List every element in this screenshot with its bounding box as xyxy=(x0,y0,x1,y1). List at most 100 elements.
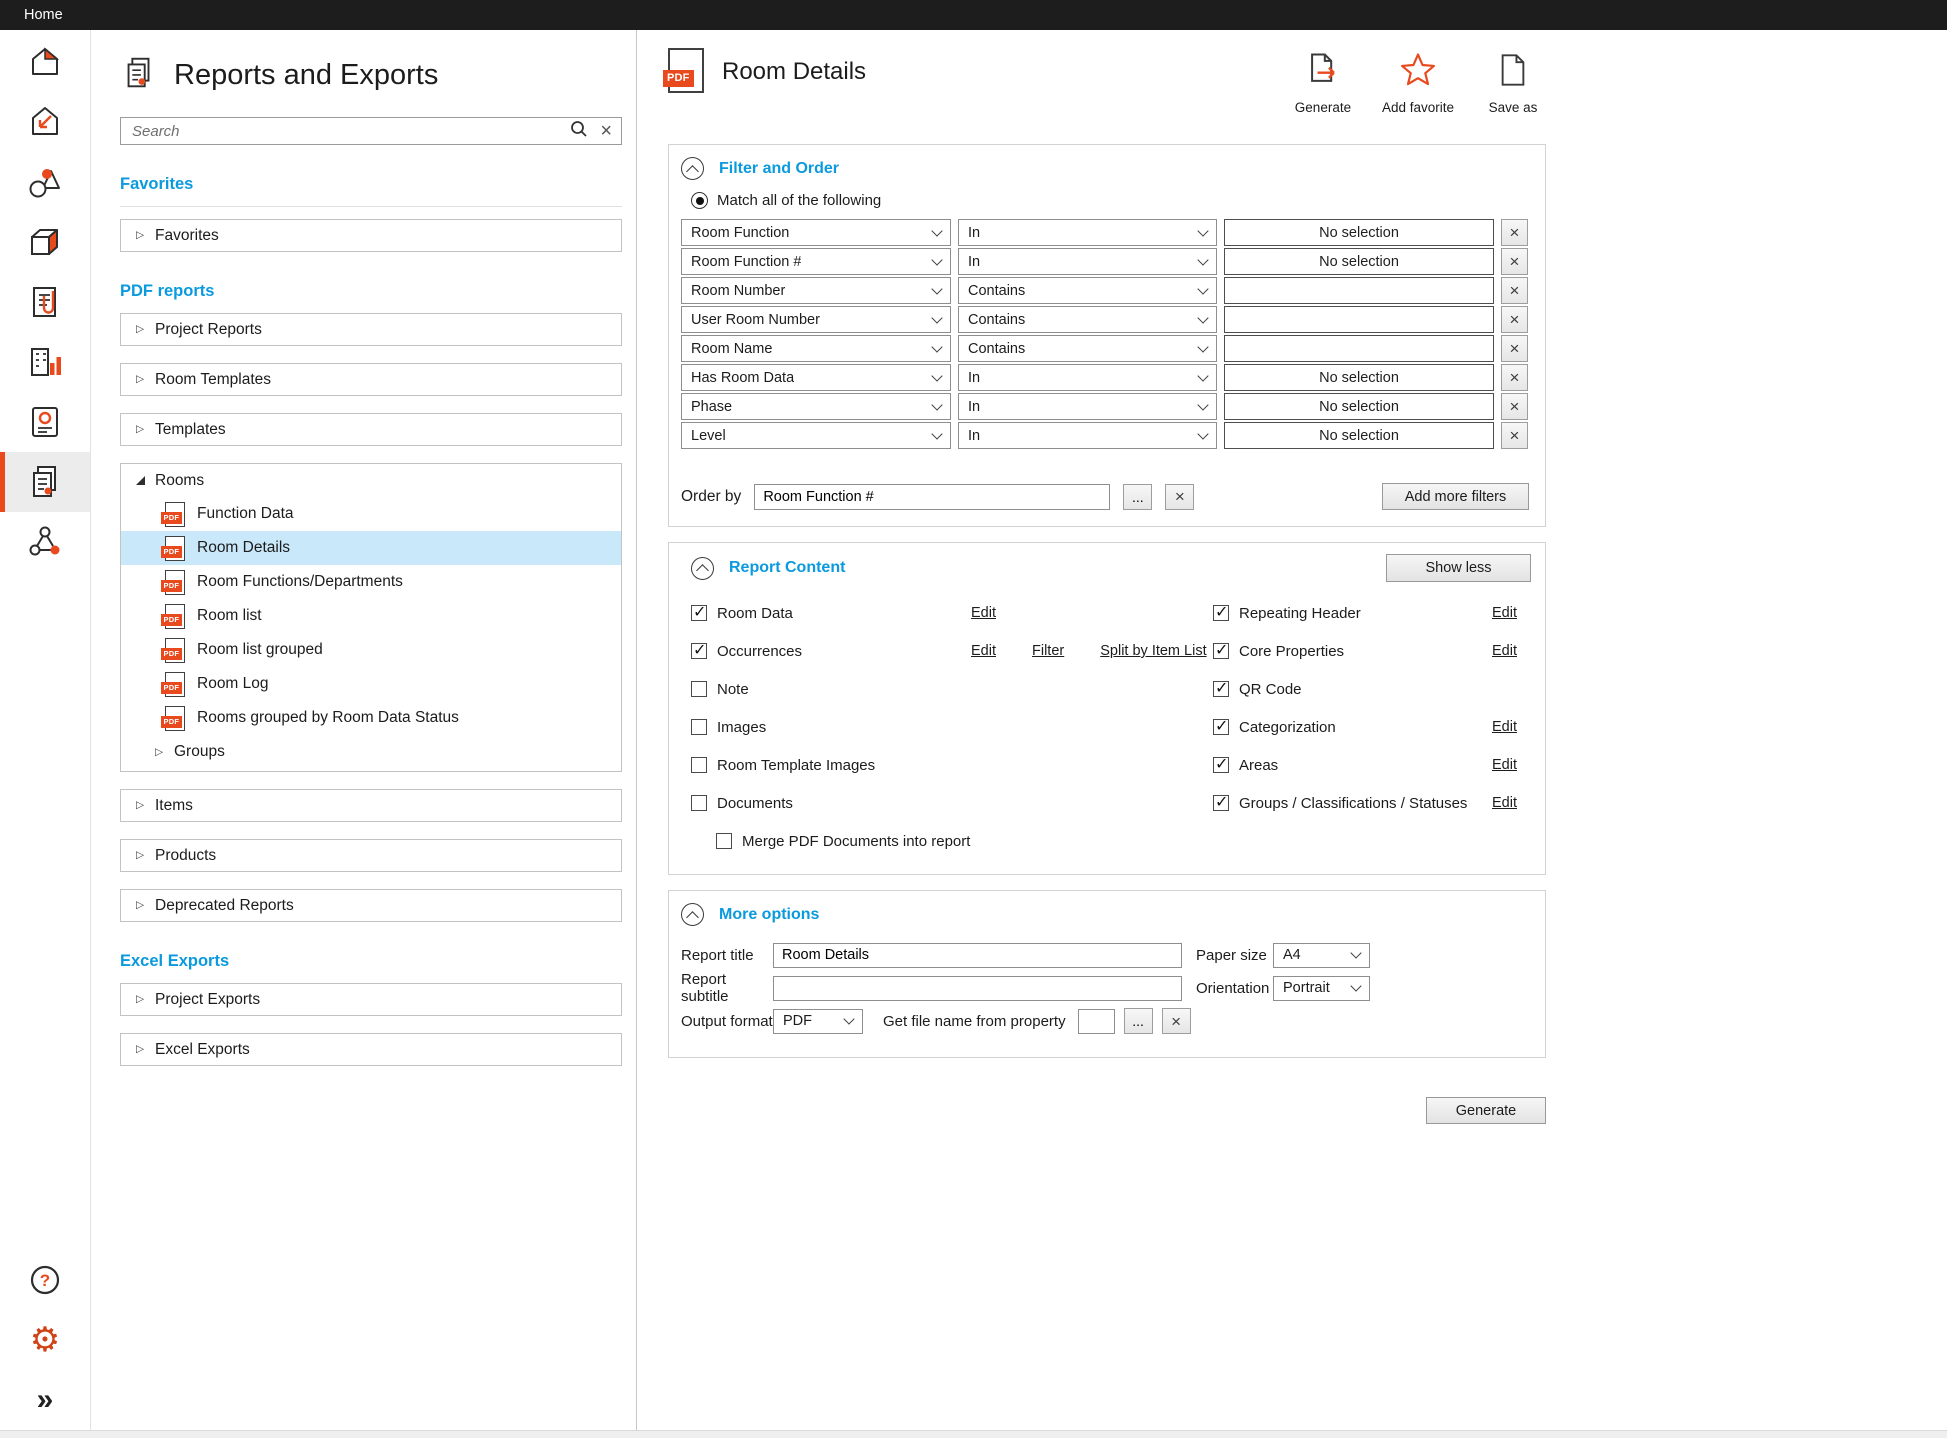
report-item[interactable]: Room list xyxy=(121,599,621,633)
edit-link[interactable]: Edit xyxy=(1492,643,1517,659)
filter-value-box[interactable]: No selection xyxy=(1224,364,1494,391)
edit-link[interactable]: Edit xyxy=(971,605,996,621)
filter-value-box[interactable] xyxy=(1224,335,1494,362)
report-item[interactable]: Room Details xyxy=(121,531,621,565)
filter-link[interactable]: Filter xyxy=(1032,643,1064,659)
checkbox[interactable] xyxy=(691,605,707,621)
report-subtitle-input[interactable] xyxy=(773,976,1182,1001)
buildings-icon[interactable] xyxy=(0,32,90,92)
radio-button[interactable] xyxy=(691,192,708,209)
remove-filter-button[interactable] xyxy=(1501,364,1528,391)
checkbox[interactable] xyxy=(716,833,732,849)
tree-item-products[interactable]: Products xyxy=(120,839,622,872)
checkbox[interactable] xyxy=(1213,795,1229,811)
tree-item-deprecated-reports[interactable]: Deprecated Reports xyxy=(120,889,622,922)
report-item[interactable]: Room Log xyxy=(121,667,621,701)
report-title-input[interactable] xyxy=(773,943,1182,968)
filter-value-box[interactable]: No selection xyxy=(1224,248,1494,275)
filter-field-dropdown[interactable]: Room Function xyxy=(681,219,951,246)
filter-field-dropdown[interactable]: Has Room Data xyxy=(681,364,951,391)
remove-filter-button[interactable] xyxy=(1501,277,1528,304)
horizontal-scrollbar[interactable] xyxy=(0,1430,1947,1438)
report-item[interactable]: Room list grouped xyxy=(121,633,621,667)
search-icon[interactable] xyxy=(570,120,588,143)
edit-link[interactable]: Edit xyxy=(1492,719,1517,735)
tree-subitem[interactable]: Groups xyxy=(121,735,621,769)
connections-icon[interactable] xyxy=(0,512,90,572)
orientation-dropdown[interactable]: Portrait xyxy=(1273,976,1370,1001)
checkbox[interactable] xyxy=(1213,605,1229,621)
collapse-section-icon[interactable] xyxy=(681,903,704,926)
filter-operator-dropdown[interactable]: Contains xyxy=(958,277,1217,304)
file-name-more-button[interactable]: ... xyxy=(1124,1008,1153,1034)
tree-item-templates[interactable]: Templates xyxy=(120,413,622,446)
home-tab[interactable]: Home xyxy=(24,7,63,23)
checkbox[interactable] xyxy=(1213,643,1229,659)
items-icon[interactable] xyxy=(0,152,90,212)
filter-operator-dropdown[interactable]: In xyxy=(958,364,1217,391)
checkbox[interactable] xyxy=(1213,719,1229,735)
tree-item-project-reports[interactable]: Project Reports xyxy=(120,313,622,346)
tree-item-project-exports[interactable]: Project Exports xyxy=(120,983,622,1016)
filter-field-dropdown[interactable]: User Room Number xyxy=(681,306,951,333)
add-favorite-action[interactable]: Add favorite xyxy=(1382,50,1454,115)
report-item[interactable]: Rooms grouped by Room Data Status xyxy=(121,701,621,735)
edit-link[interactable]: Edit xyxy=(1492,757,1517,773)
collapse-section-icon[interactable] xyxy=(691,557,714,580)
output-format-dropdown[interactable]: PDF xyxy=(773,1009,863,1034)
filter-value-box[interactable] xyxy=(1224,306,1494,333)
order-by-input[interactable] xyxy=(754,484,1110,510)
report-item[interactable]: Function Data xyxy=(121,497,621,531)
edit-link[interactable]: Edit xyxy=(1492,795,1517,811)
clear-file-name-button[interactable] xyxy=(1162,1008,1191,1034)
systems-icon[interactable] xyxy=(0,392,90,452)
search-input[interactable] xyxy=(130,122,558,141)
filter-field-dropdown[interactable]: Room Number xyxy=(681,277,951,304)
tree-item-favorites[interactable]: Favorites xyxy=(120,219,622,252)
checkbox[interactable] xyxy=(691,681,707,697)
checkbox[interactable] xyxy=(691,719,707,735)
filter-value-box[interactable]: No selection xyxy=(1224,219,1494,246)
edit-link[interactable]: Edit xyxy=(1492,605,1517,621)
remove-filter-button[interactable] xyxy=(1501,219,1528,246)
remove-filter-button[interactable] xyxy=(1501,422,1528,449)
documents-icon[interactable] xyxy=(0,272,90,332)
clear-order-by-button[interactable] xyxy=(1165,484,1194,510)
filter-operator-dropdown[interactable]: In xyxy=(958,248,1217,275)
filter-value-box[interactable] xyxy=(1224,277,1494,304)
filter-operator-dropdown[interactable]: Contains xyxy=(958,335,1217,362)
checkbox[interactable] xyxy=(691,643,707,659)
expand-sidebar-icon[interactable]: » xyxy=(0,1370,90,1430)
checkbox[interactable] xyxy=(691,795,707,811)
report-item[interactable]: Room Functions/Departments xyxy=(121,565,621,599)
reports-icon[interactable] xyxy=(0,452,90,512)
filter-operator-dropdown[interactable]: Contains xyxy=(958,306,1217,333)
projects-icon[interactable] xyxy=(0,332,90,392)
products-icon[interactable] xyxy=(0,212,90,272)
settings-icon[interactable]: ⚙ xyxy=(0,1310,90,1370)
filter-field-dropdown[interactable]: Room Name xyxy=(681,335,951,362)
filter-value-box[interactable]: No selection xyxy=(1224,422,1494,449)
tree-item-excel-exports[interactable]: Excel Exports xyxy=(120,1033,622,1066)
checkbox[interactable] xyxy=(1213,681,1229,697)
rooms-icon[interactable] xyxy=(0,92,90,152)
generate-action[interactable]: Generate xyxy=(1290,50,1356,115)
split-by-item-list-link[interactable]: Split by Item List xyxy=(1100,643,1206,659)
add-more-filters-button[interactable]: Add more filters xyxy=(1382,483,1529,510)
filter-field-dropdown[interactable]: Level xyxy=(681,422,951,449)
save-as-action[interactable]: Save as xyxy=(1480,50,1546,115)
edit-link[interactable]: Edit xyxy=(971,643,996,659)
clear-search-icon[interactable] xyxy=(600,121,612,141)
generate-button[interactable]: Generate xyxy=(1426,1097,1546,1124)
remove-filter-button[interactable] xyxy=(1501,335,1528,362)
remove-filter-button[interactable] xyxy=(1501,393,1528,420)
tree-item-items[interactable]: Items xyxy=(120,789,622,822)
match-all-radio-row[interactable]: Match all of the following xyxy=(691,192,1529,209)
tree-item-room-templates[interactable]: Room Templates xyxy=(120,363,622,396)
remove-filter-button[interactable] xyxy=(1501,248,1528,275)
paper-size-dropdown[interactable]: A4 xyxy=(1273,943,1370,968)
collapse-section-icon[interactable] xyxy=(681,157,704,180)
tree-item-rooms-header[interactable]: Rooms xyxy=(121,464,621,497)
filter-operator-dropdown[interactable]: In xyxy=(958,219,1217,246)
filter-field-dropdown[interactable]: Room Function # xyxy=(681,248,951,275)
